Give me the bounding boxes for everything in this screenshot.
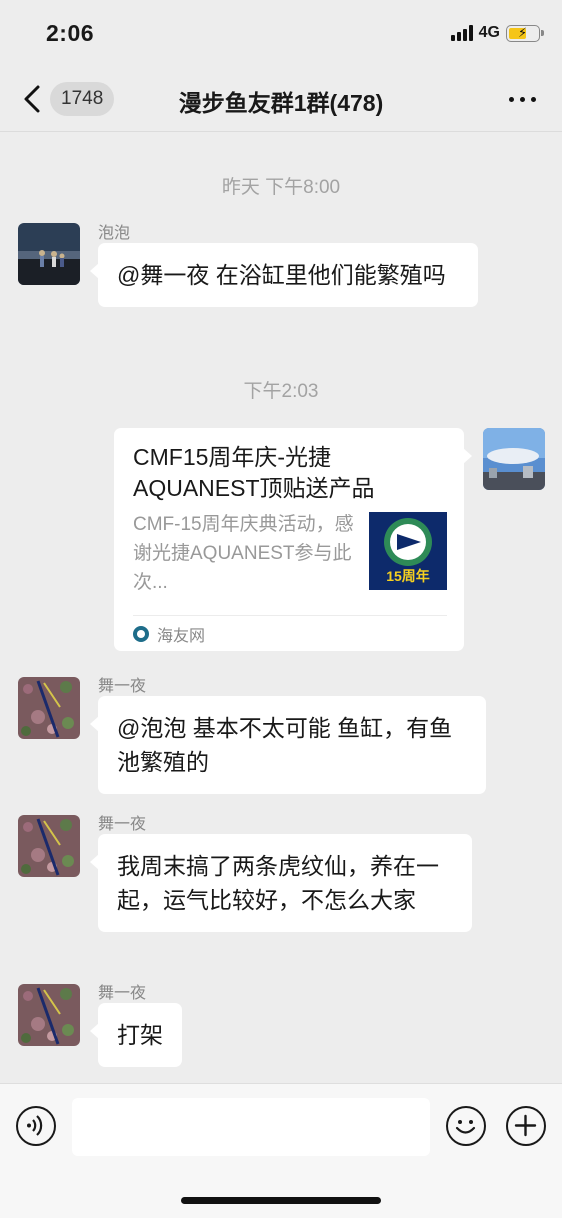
emoji-icon[interactable] <box>446 1106 486 1146</box>
message-timestamp: 下午2:03 <box>243 381 319 402</box>
chat-title: 漫步鱼友群1群(478) <box>178 90 384 116</box>
sender-name: 舞一夜 <box>98 985 147 1002</box>
avatar[interactable] <box>18 677 80 739</box>
link-card-source: 海友网 <box>133 622 205 646</box>
source-name: 海友网 <box>157 628 206 645</box>
status-indicators: 4G ⚡ <box>450 24 544 42</box>
link-card-title: CMF15周年庆-光捷AQUANEST顶贴送产品 <box>133 444 375 501</box>
avatar[interactable] <box>18 984 80 1046</box>
network-type: 4G <box>478 24 500 41</box>
message-bubble[interactable]: 我周末搞了两条虎纹仙，养在一起，运气比较好，不怎么大家 <box>90 834 472 932</box>
sender-name: 舞一夜 <box>98 816 147 833</box>
battery-charging-icon: ⚡ <box>506 24 544 42</box>
link-card[interactable]: CMF15周年庆-光捷AQUANEST顶贴送产品 CMF-15周年庆典活动，感谢… <box>114 428 472 651</box>
plus-icon[interactable] <box>506 1106 546 1146</box>
avatar[interactable] <box>18 815 80 877</box>
voice-icon[interactable] <box>16 1106 56 1146</box>
thumbnail-caption: 15周年 <box>386 568 430 584</box>
avatar[interactable] <box>18 223 80 285</box>
message-bubble[interactable]: 打架 <box>90 1003 182 1067</box>
more-dots-icon[interactable] <box>509 97 536 102</box>
home-indicator[interactable] <box>181 1197 381 1204</box>
message-bubble[interactable]: @泡泡 基本不太可能 鱼缸，有鱼池繁殖的 <box>90 696 486 794</box>
avatar-self[interactable] <box>483 428 545 490</box>
message-input[interactable] <box>72 1098 430 1156</box>
status-time: 2:06 <box>46 20 95 46</box>
signal-bars-icon <box>450 25 473 41</box>
link-card-thumbnail: 15周年 <box>369 512 447 590</box>
sender-name: 舞一夜 <box>98 678 147 695</box>
status-bar: 2:06 4G ⚡ <box>0 0 562 66</box>
chat-header: 1748 漫步鱼友群1群(478) <box>0 66 562 132</box>
message-timestamp: 昨天 下午8:00 <box>221 177 341 198</box>
message-bubble[interactable]: @舞一夜 在浴缸里他们能繁殖吗 <box>90 243 478 307</box>
sender-name: 泡泡 <box>98 225 131 242</box>
divider <box>133 615 447 616</box>
source-logo-icon <box>133 626 149 642</box>
link-card-description: CMF-15周年庆典活动，感谢光捷AQUANEST参与此次... <box>133 514 354 593</box>
